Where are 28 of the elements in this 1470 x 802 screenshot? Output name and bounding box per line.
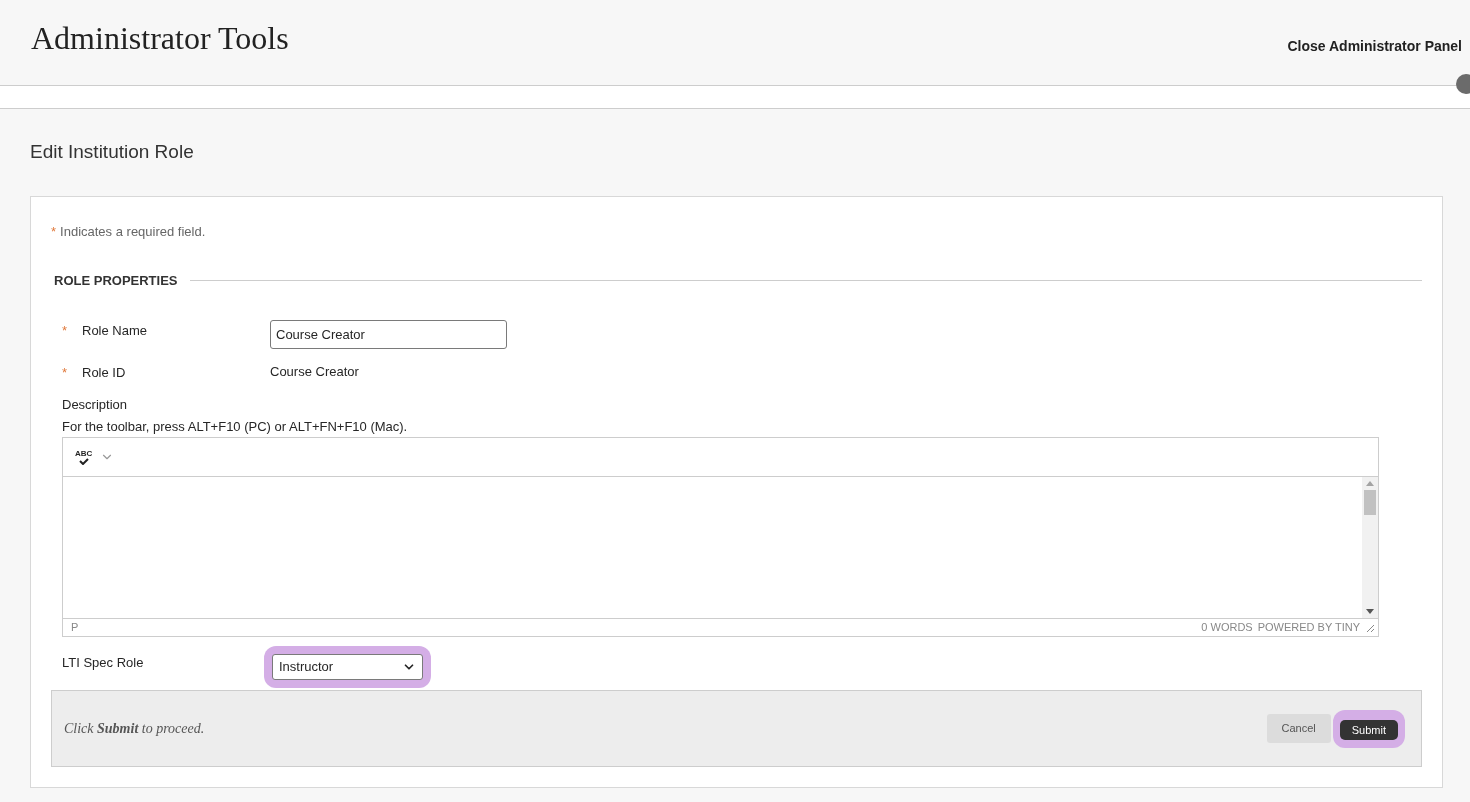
field-label: Role ID: [82, 363, 126, 382]
role-name-field[interactable]: Course Creator: [270, 319, 507, 349]
description-editor[interactable]: ABC P 0 WORDS POWERED BY TINY: [62, 437, 1379, 637]
cancel-button[interactable]: Cancel: [1266, 714, 1331, 743]
lti-role-select[interactable]: Instructor: [264, 646, 431, 688]
section-title: ROLE PROPERTIES: [54, 272, 178, 290]
required-icon: *: [62, 362, 82, 382]
close-panel-link[interactable]: Close Administrator Panel: [1287, 36, 1462, 57]
required-icon: *: [51, 221, 57, 241]
field-label: Role Name: [82, 321, 148, 340]
required-note: Indicates a required field.: [60, 222, 206, 241]
scrollbar[interactable]: [1362, 477, 1378, 618]
field-label: Description: [62, 396, 129, 414]
powered-by-link[interactable]: POWERED BY TINY: [1257, 619, 1360, 636]
scroll-down-icon[interactable]: [1366, 609, 1374, 614]
scrollbar-thumb[interactable]: [1364, 490, 1376, 515]
page-title: Edit Institution Role: [30, 140, 195, 164]
word-count: 0 WORDS: [1201, 620, 1253, 636]
required-icon: *: [62, 320, 82, 340]
toolbar-hint: For the toolbar, press ALT+F10 (PC) or ALT+FN+F10 (Mac).: [62, 417, 409, 436]
field-label: LTI Spec Role: [62, 654, 145, 672]
submit-hint: Click Submit to proceed.: [64, 720, 205, 738]
resize-handle-icon[interactable]: [1365, 623, 1374, 632]
page-header-title: Administrator Tools: [31, 19, 289, 58]
scroll-up-icon[interactable]: [1366, 481, 1374, 486]
submit-button[interactable]: Submit: [1339, 719, 1398, 740]
field-value: Course Creator: [270, 363, 359, 381]
element-path: P: [71, 620, 79, 636]
